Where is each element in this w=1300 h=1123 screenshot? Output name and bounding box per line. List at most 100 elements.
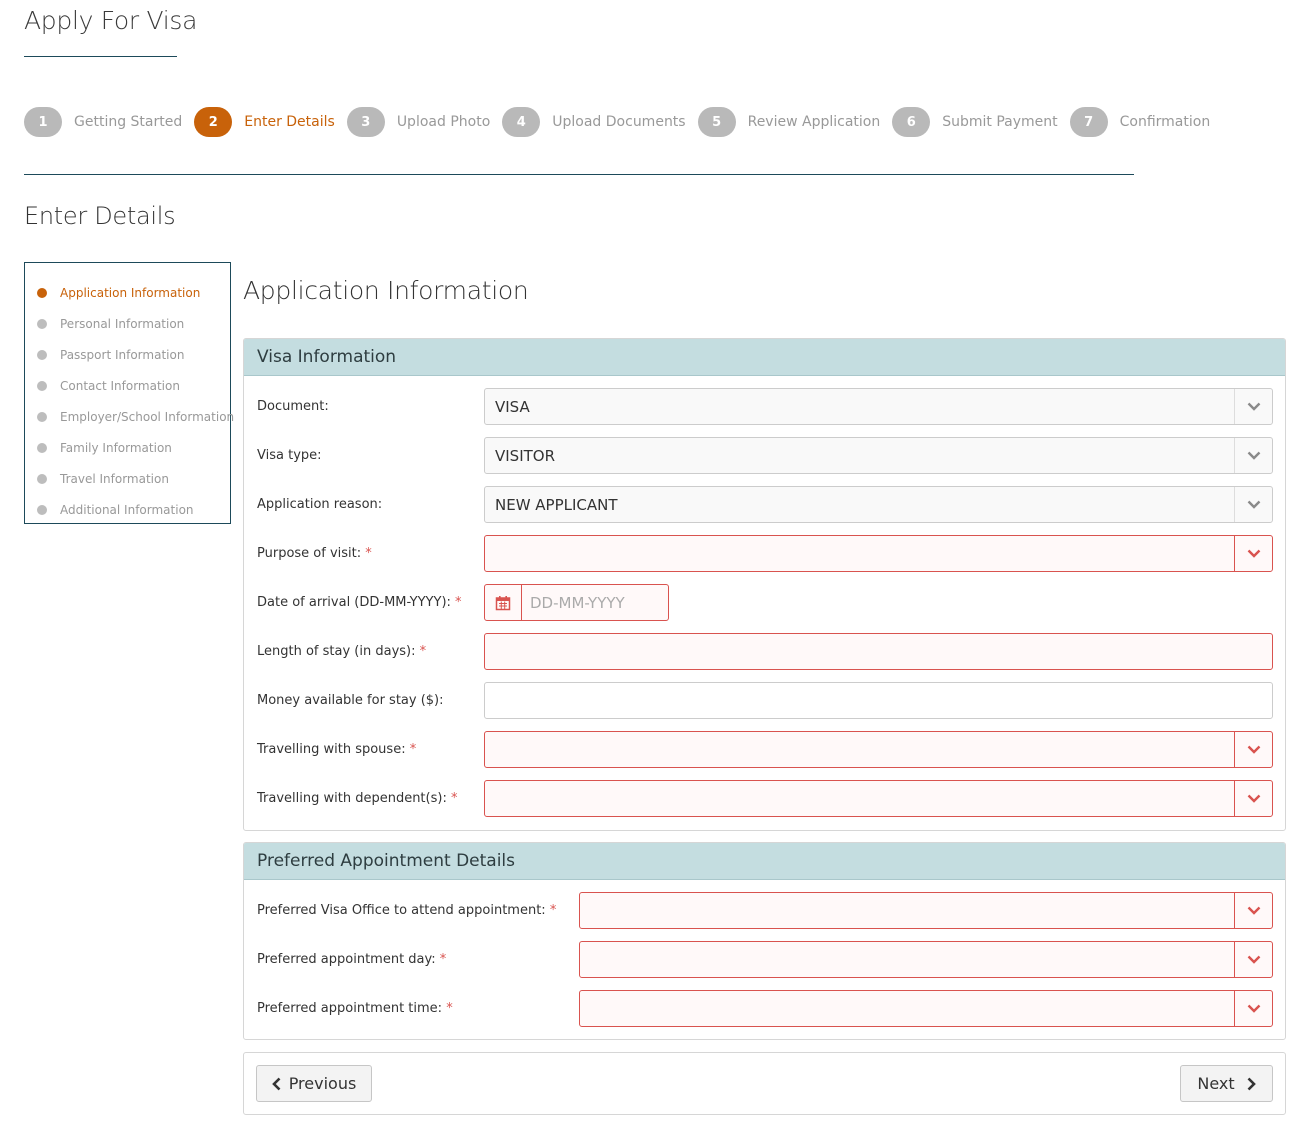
step-submit-payment[interactable]: 6 Submit Payment [892,107,1058,137]
travelling-with-spouse-label: Travelling with spouse: * [257,742,417,757]
appointment-details-panel: Preferred Appointment Details Preferred … [243,842,1286,1040]
next-button-label: Next [1197,1074,1235,1093]
sidebar-item-personal-information[interactable]: Personal Information [37,308,230,339]
travelling-with-dependents-label: Travelling with dependent(s): * [257,791,458,806]
step-upload-documents[interactable]: 4 Upload Documents [502,107,686,137]
chevron-down-icon [1234,893,1272,928]
document-select[interactable]: VISA [484,388,1273,425]
visa-office-label: Preferred Visa Office to attend appointm… [257,903,557,918]
sidebar-item-label: Personal Information [60,316,185,331]
step-label: Review Application [747,114,881,130]
bullet-dot-icon [37,287,47,298]
sidebar-item-travel-information[interactable]: Travel Information [37,463,230,494]
date-of-arrival-label: Date of arrival (DD-MM-YYYY): * [257,595,462,610]
chevron-right-icon [1247,1077,1256,1091]
length-of-stay-label: Length of stay (in days): * [257,644,427,659]
step-confirmation[interactable]: 7 Confirmation [1069,107,1211,137]
sidebar-item-label: Travel Information [60,471,169,486]
bullet-dot-icon [37,349,47,360]
visa-office-select[interactable] [579,892,1273,929]
money-available-label: Money available for stay ($): [257,693,444,708]
bullet-dot-icon [37,380,47,391]
purpose-of-visit-select[interactable] [484,535,1273,572]
visa-type-row: Visa type: VISITOR [244,437,1285,474]
next-button[interactable]: Next [1180,1065,1273,1102]
step-label: Upload Documents [552,114,686,130]
step-number: 5 [697,107,736,137]
travelling-with-spouse-select[interactable] [484,731,1273,768]
application-reason-value: NEW APPLICANT [495,495,618,514]
appointment-time-select[interactable] [579,990,1273,1027]
step-number: 6 [892,107,931,137]
chevron-down-icon [1234,389,1272,424]
document-value: VISA [495,397,530,416]
appointment-time-label: Preferred appointment time: * [257,1001,453,1016]
panel-heading: Preferred Appointment Details [244,843,1285,880]
step-getting-started[interactable]: 1 Getting Started [24,107,182,137]
sidebar-item-employer-school-information[interactable]: Employer/School Information [37,401,234,432]
required-marker: * [419,644,427,659]
visa-office-row: Preferred Visa Office to attend appointm… [244,892,1285,929]
panel-heading: Visa Information [244,339,1285,376]
application-reason-select[interactable]: NEW APPLICANT [484,486,1273,523]
step-number: 1 [24,107,62,137]
travelling-with-dependents-row: Travelling with dependent(s): * [244,780,1285,817]
previous-button[interactable]: Previous [256,1065,372,1102]
sidebar-item-label: Family Information [60,440,172,455]
sidebar-item-family-information[interactable]: Family Information [37,432,230,463]
date-of-arrival-row: Date of arrival (DD-MM-YYYY): * [244,584,1285,621]
sidebar-item-passport-information[interactable]: Passport Information [37,339,230,370]
appointment-time-row: Preferred appointment time: * [244,990,1285,1027]
visa-type-select[interactable]: VISITOR [484,437,1273,474]
step-enter-details[interactable]: 2 Enter Details [194,107,335,137]
progress-stepper: 1 Getting Started 2 Enter Details 3 Uplo… [24,106,1222,138]
visa-information-panel: Visa Information Document: VISA Visa typ… [243,338,1286,831]
document-row: Document: VISA [244,388,1285,425]
sidebar-item-contact-information[interactable]: Contact Information [37,370,230,401]
money-available-input[interactable] [484,682,1273,719]
step-review-application[interactable]: 5 Review Application [697,107,881,137]
required-marker: * [446,1001,453,1016]
visa-type-value: VISITOR [495,446,556,465]
document-label: Document: [257,399,329,414]
chevron-down-icon [1234,487,1272,522]
required-marker: * [549,903,557,918]
required-marker: * [365,546,372,561]
chevron-down-icon [1234,438,1272,473]
purpose-of-visit-row: Purpose of visit: * [244,535,1285,572]
travelling-with-spouse-row: Travelling with spouse: * [244,731,1285,768]
step-number: 3 [346,107,385,137]
sidebar-item-label: Contact Information [60,378,180,393]
bullet-dot-icon [37,318,47,329]
sidebar-item-label: Additional Information [60,502,194,517]
step-label: Confirmation [1119,114,1211,130]
step-upload-photo[interactable]: 3 Upload Photo [346,107,490,137]
chevron-down-icon [1234,536,1272,571]
chevron-down-icon [1234,781,1272,816]
section-title: Enter Details [24,202,176,230]
bullet-dot-icon [37,411,47,422]
step-number: 4 [502,107,541,137]
application-reason-label: Application reason: [257,497,383,512]
travelling-with-dependents-select[interactable] [484,780,1273,817]
bullet-dot-icon [37,473,47,484]
stepper-divider [24,174,1134,175]
length-of-stay-row: Length of stay (in days): * [244,633,1285,670]
details-sidebar: Application Information Personal Informa… [24,262,234,525]
appointment-day-select[interactable] [579,941,1273,978]
page-title: Apply For Visa [24,6,198,35]
step-label: Getting Started [74,114,183,130]
date-of-arrival-field [484,584,669,621]
date-of-arrival-input[interactable] [522,585,668,620]
purpose-of-visit-label: Purpose of visit: * [257,546,372,561]
page-title-underline [24,56,177,57]
sidebar-item-label: Employer/School Information [60,409,235,424]
sidebar-item-additional-information[interactable]: Additional Information [37,494,230,525]
step-number: 2 [194,107,233,137]
calendar-icon[interactable] [485,585,522,620]
bullet-dot-icon [37,504,47,515]
appointment-day-row: Preferred appointment day: * [244,941,1285,978]
length-of-stay-input[interactable] [484,633,1273,670]
sidebar-item-application-information[interactable]: Application Information [37,277,230,308]
required-marker: * [439,952,447,967]
